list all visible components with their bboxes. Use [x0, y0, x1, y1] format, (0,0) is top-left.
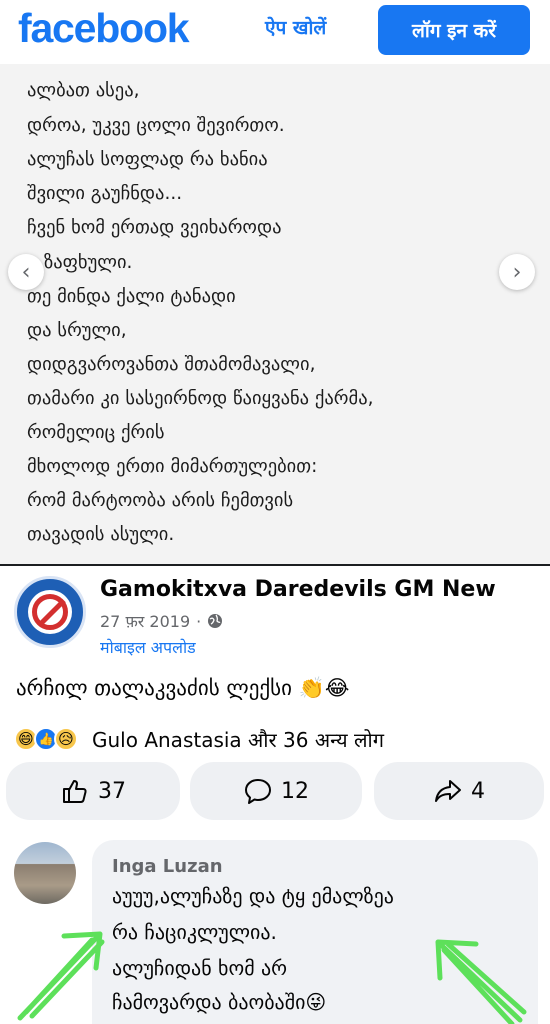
- page-name[interactable]: Gamokitxva Daredevils GM New: [100, 577, 496, 602]
- chevron-left-icon: ‹: [21, 259, 31, 285]
- image-bottom-border: [0, 564, 550, 566]
- poem-line: ალბათ ასეა,: [27, 80, 140, 101]
- poem-line: თავადის ასული.: [27, 524, 175, 545]
- login-button[interactable]: लॉग इन करें: [378, 5, 530, 55]
- post-date[interactable]: 27 फ़र 2019: [100, 610, 190, 632]
- green-arrow-left-icon: [17, 931, 105, 1021]
- share-button[interactable]: 4: [374, 762, 544, 820]
- ban-sign-icon: [32, 594, 68, 630]
- comment-button[interactable]: 12: [190, 762, 362, 820]
- sad-icon: 😥: [54, 727, 78, 751]
- post-image[interactable]: ალბათ ასეა, დროა, უკვე ცოლი შევირთო. ალუ…: [0, 64, 550, 564]
- comment-count: 12: [281, 778, 309, 804]
- open-app-link[interactable]: ऐप खोलें: [265, 14, 326, 40]
- facebook-logo[interactable]: facebook: [18, 5, 190, 52]
- comment-line: აუუუ,ალუჩაზე და ტყ ემალზეა: [112, 884, 394, 908]
- poem-line: რომელიც ქრის: [27, 422, 165, 443]
- meta-separator: ·: [196, 611, 202, 631]
- poem-line: ალუჩას სოფლად რა ხანია: [27, 149, 268, 170]
- comment-line: ჩამოვარდა ბაობაში😜: [112, 990, 327, 1014]
- mobile-upload-link[interactable]: मोबाइल अपलोड: [100, 636, 196, 658]
- poem-line: მხოლოდ ერთი მიმართულებით:: [27, 456, 318, 477]
- post-caption: არჩილ თალაკვაძის ლექსი 👏😂: [16, 676, 350, 700]
- commenter-avatar[interactable]: [14, 842, 76, 904]
- comment-line: რა ჩაციკლულია.: [112, 920, 277, 944]
- poem-line: დიდგვაროვანთა შთამომავალი,: [27, 354, 316, 375]
- like-count: 37: [98, 778, 126, 804]
- poem-line: თამარი კი სასეირნოდ წაიყვანა ქარმა,: [27, 388, 374, 409]
- next-image-button[interactable]: ›: [499, 254, 535, 290]
- globe-icon: [208, 614, 223, 628]
- previous-image-button[interactable]: ‹: [8, 254, 44, 290]
- poem-line: თე მინდა ქალი ტანადი: [27, 286, 236, 307]
- comment-line: ალუჩიდან ხომ არ: [112, 956, 288, 980]
- share-count: 4: [471, 778, 485, 804]
- poem-line: რომ მარტოობა არის ჩემთვის: [27, 490, 294, 511]
- poem-line: ჩვენ ხომ ერთად ვეიხაროდა: [27, 217, 282, 238]
- avatar-inner: [28, 590, 72, 634]
- reactions-summary[interactable]: Gulo Anastasia और 36 अन्य लोग: [92, 726, 384, 753]
- reaction-icons[interactable]: 😄 👍 😥: [14, 727, 78, 751]
- poem-line: დროა, უკვე ცოლი შევირთო.: [27, 115, 285, 136]
- page-avatar[interactable]: [14, 576, 86, 648]
- thumbs-up-icon: [63, 780, 87, 803]
- top-bar: facebook ऐप खोलें लॉग इन करें: [0, 0, 550, 64]
- post-meta: 27 फ़र 2019 ·: [100, 610, 223, 632]
- poem-line: შვილი გაუჩნდა...: [27, 183, 183, 204]
- green-arrow-right-icon: [435, 939, 527, 1024]
- share-icon: [435, 780, 461, 802]
- chevron-right-icon: ›: [512, 259, 522, 285]
- comment-icon: [245, 779, 271, 804]
- poem-line: და სრული,: [27, 320, 127, 341]
- commenter-name[interactable]: Inga Luzan: [112, 856, 223, 877]
- like-button[interactable]: 37: [6, 762, 180, 820]
- poem-line: ზაფხული.: [44, 252, 133, 273]
